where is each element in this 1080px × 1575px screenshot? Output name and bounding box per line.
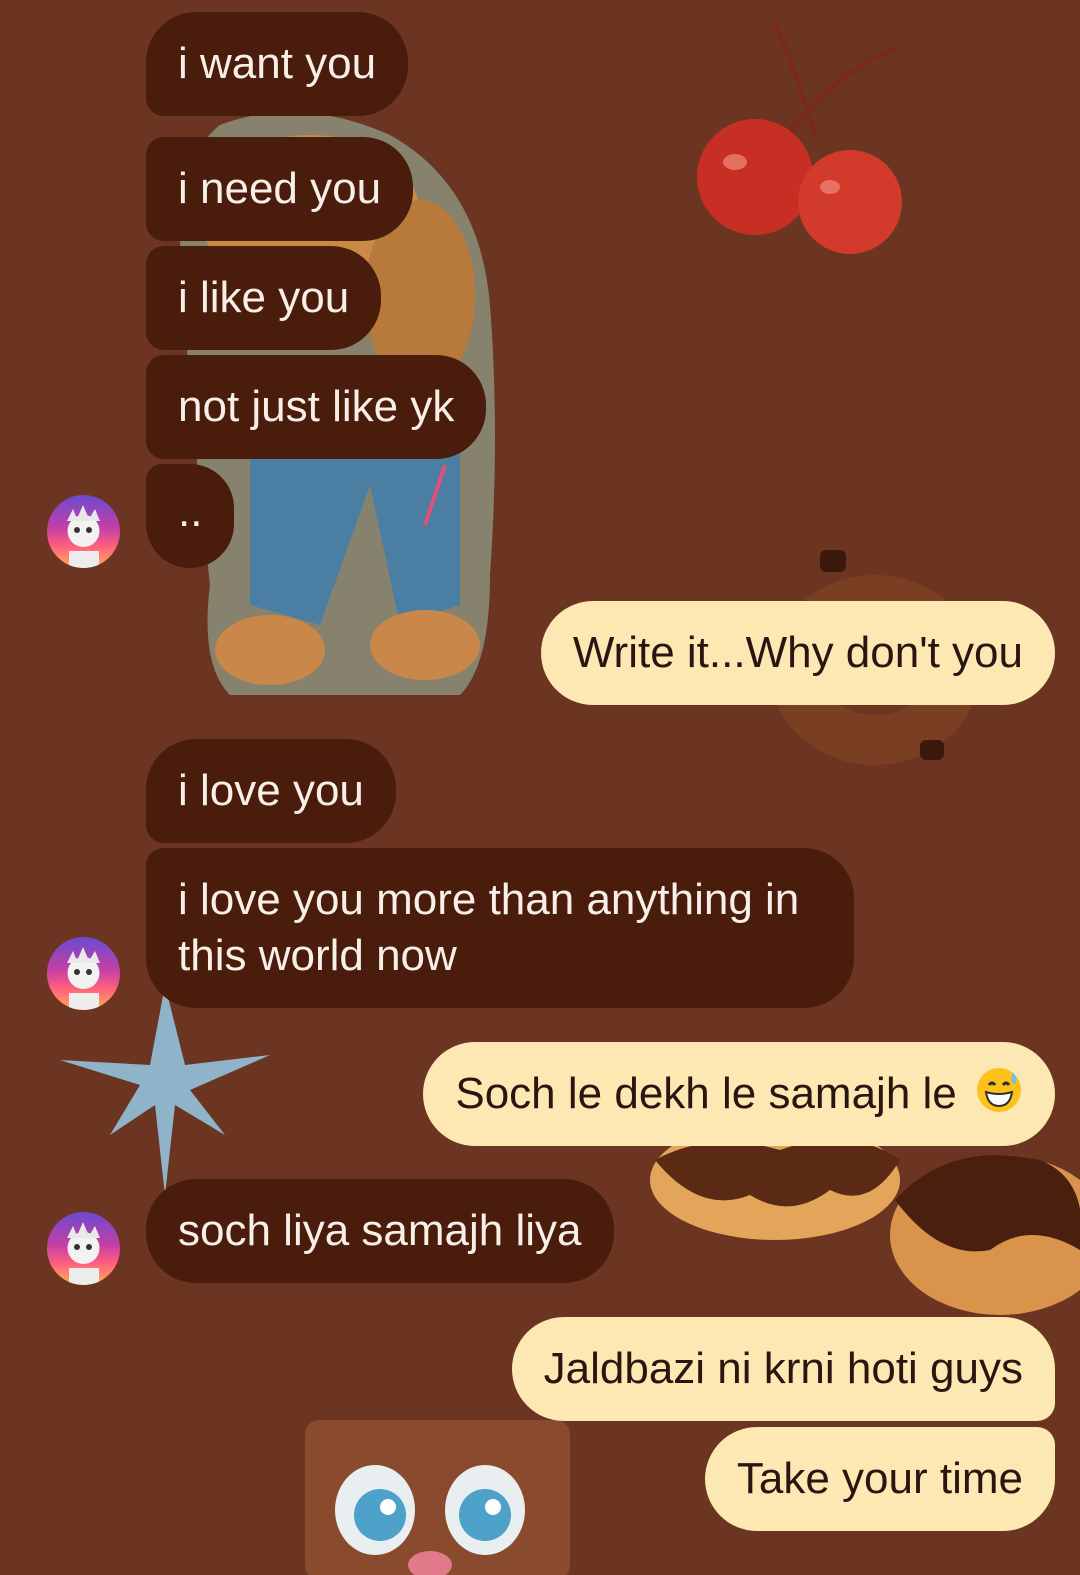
chat-thread: i want you i need you i like you not jus… — [0, 0, 1080, 1575]
message-incoming[interactable]: i love you more than anything in this wo… — [146, 848, 854, 1008]
message-incoming[interactable]: soch liya samajh liya — [146, 1179, 614, 1283]
message-incoming[interactable]: i need you — [146, 137, 414, 241]
chocolate-face-sticker — [305, 1420, 570, 1575]
grinning-sweat-emoji — [977, 1068, 1021, 1112]
contact-avatar[interactable] — [47, 937, 120, 1010]
cherries-sticker — [697, 21, 902, 254]
message-outgoing[interactable]: Write it...Why don't you — [540, 601, 1055, 705]
message-text: Soch le dekh le samajh le — [455, 1069, 957, 1118]
message-outgoing[interactable]: Soch le dekh le samajh le — [423, 1042, 1055, 1146]
message-outgoing[interactable]: Take your time — [704, 1427, 1055, 1531]
message-outgoing[interactable]: Jaldbazi ni krni hoti guys — [511, 1317, 1055, 1421]
message-incoming[interactable]: i love you — [146, 739, 396, 843]
contact-avatar[interactable] — [47, 495, 120, 568]
contact-avatar[interactable] — [47, 1212, 120, 1285]
message-incoming[interactable]: i want you — [146, 12, 409, 116]
star-sticker — [60, 985, 270, 1195]
message-incoming[interactable]: not just like yk — [146, 355, 487, 459]
message-incoming[interactable]: .. — [146, 464, 235, 568]
donuts-sticker — [650, 1140, 1080, 1315]
message-incoming[interactable]: i like you — [146, 246, 382, 350]
